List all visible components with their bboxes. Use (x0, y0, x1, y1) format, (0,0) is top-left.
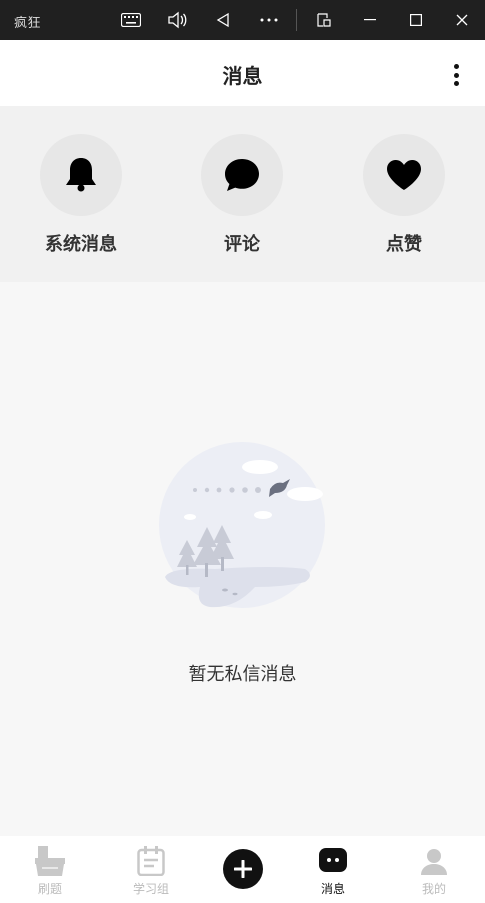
bottom-tabbar: 刷题 学习组 消息 我的 (0, 836, 485, 903)
bell-icon (40, 134, 122, 216)
comment-bubble-icon (201, 134, 283, 216)
page-header: 消息 (0, 40, 485, 106)
tab-profile-label: 我的 (421, 882, 446, 896)
window-app-title: 疯狂 (14, 16, 42, 31)
empty-illustration (159, 442, 325, 608)
more-dots-icon[interactable] (258, 9, 280, 31)
tab-message-label: 消息 (320, 882, 345, 896)
comments-label: 评论 (224, 234, 260, 255)
system-messages-button[interactable]: 系统消息 (21, 134, 141, 256)
window-titlebar: 疯狂 (0, 0, 485, 40)
volume-icon[interactable] (166, 9, 188, 31)
tab-profile[interactable]: 我的 (394, 844, 474, 897)
heart-icon (363, 134, 445, 216)
empty-message: 暂无私信消息 (188, 664, 297, 685)
maximize-icon[interactable] (405, 9, 427, 31)
profile-icon (394, 844, 474, 878)
keyboard-icon[interactable] (120, 9, 142, 31)
message-icon (293, 844, 373, 878)
back-triangle-icon[interactable] (212, 9, 234, 31)
minimize-icon[interactable] (359, 9, 381, 31)
practice-icon (10, 844, 90, 878)
tab-study-group-label: 学习组 (132, 882, 169, 896)
empty-state: 暂无私信消息 (0, 282, 485, 822)
tab-practice[interactable]: 刷题 (10, 844, 90, 897)
more-options-icon[interactable] (451, 64, 461, 86)
close-icon[interactable] (451, 9, 473, 31)
titlebar-separator (296, 9, 297, 31)
popout-icon[interactable] (313, 9, 335, 31)
likes-button[interactable]: 点赞 (344, 134, 464, 256)
tab-study-group[interactable]: 学习组 (111, 844, 191, 897)
comments-button[interactable]: 评论 (182, 134, 302, 256)
likes-label: 点赞 (386, 234, 422, 255)
tab-practice-label: 刷题 (37, 882, 62, 896)
tab-message[interactable]: 消息 (293, 844, 373, 897)
add-icon[interactable] (223, 849, 263, 889)
system-messages-label: 系统消息 (45, 234, 117, 255)
study-group-icon (111, 844, 191, 878)
quick-actions: 系统消息 评论 点赞 (0, 106, 485, 282)
page-title: 消息 (222, 64, 263, 88)
